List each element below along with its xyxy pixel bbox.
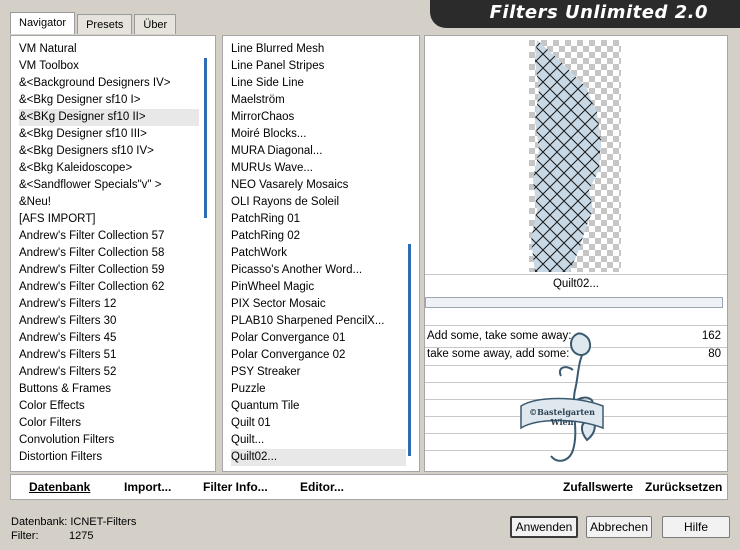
category-scrollbar[interactable]: [204, 58, 207, 218]
filter-list-item[interactable]: Moiré Blocks...: [231, 126, 406, 143]
category-list-item[interactable]: Andrew's Filter Collection 59: [19, 262, 199, 279]
category-list-item[interactable]: &<Bkg Designer sf10 III>: [19, 126, 199, 143]
category-list-item[interactable]: &<Background Designers IV>: [19, 75, 199, 92]
divider: [425, 274, 727, 275]
filter-list-item[interactable]: PatchWork: [231, 245, 406, 262]
reset-button[interactable]: Zurücksetzen: [645, 480, 722, 494]
category-list-item[interactable]: Andrew's Filter Collection 62: [19, 279, 199, 296]
toolbar: Datenbank Import... Filter Info... Edito…: [10, 474, 728, 500]
filter-list-item[interactable]: Polar Convergance 01: [231, 330, 406, 347]
filter-list-item[interactable]: Line Panel Stripes: [231, 58, 406, 75]
database-status-label: Datenbank:: [11, 516, 68, 528]
tab-ueber[interactable]: Über: [134, 14, 177, 34]
category-list: VM Natural VM Toolbox &<Background Designe…: [19, 41, 199, 466]
category-list-item[interactable]: &<Bkg Designer sf10 I>: [19, 92, 199, 109]
param-value-1: 162: [701, 330, 721, 342]
filter-list-item[interactable]: MURA Diagonal...: [231, 143, 406, 160]
filter-list-item[interactable]: Quilt...: [231, 432, 406, 449]
filter-list-item[interactable]: Picasso's Another Word...: [231, 262, 406, 279]
category-list-item[interactable]: Andrew's Filters 45: [19, 330, 199, 347]
category-list-item[interactable]: Color Filters: [19, 415, 199, 432]
filter-list-item[interactable]: Polar Convergance 02: [231, 347, 406, 364]
filter-count-value: 1275: [69, 530, 94, 542]
filter-list-item[interactable]: Quilt 01: [231, 415, 406, 432]
category-list-item[interactable]: VM Toolbox: [19, 58, 199, 75]
preview-label: Quilt02...: [552, 278, 600, 290]
category-list-item[interactable]: [AFS IMPORT]: [19, 211, 199, 228]
category-list-item[interactable]: Buttons & Frames: [19, 381, 199, 398]
filter-list: Line Blurred Mesh Line Panel Stripes Line …: [231, 41, 406, 466]
filter-list-item[interactable]: PinWheel Magic: [231, 279, 406, 296]
filter-list-item[interactable]: MirrorChaos: [231, 109, 406, 126]
filter-list-item[interactable]: NEO Vasarely Mosaics: [231, 177, 406, 194]
apply-button[interactable]: Anwenden: [510, 516, 578, 538]
progress-bar: [425, 297, 723, 308]
filter-list-item[interactable]: OLI Rayons de Soleil: [231, 194, 406, 211]
category-list-item[interactable]: &<Sandflower Specials"v" >: [19, 177, 199, 194]
import-button[interactable]: Import...: [124, 480, 171, 494]
filter-list-item[interactable]: PatchRing 02: [231, 228, 406, 245]
filter-count-label: Filter:: [11, 530, 39, 542]
category-list-item[interactable]: Convolution Filters: [19, 432, 199, 449]
filter-list-item[interactable]: PIX Sector Mosaic: [231, 296, 406, 313]
category-list-item[interactable]: &<Bkg Kaleidoscope>: [19, 160, 199, 177]
editor-button[interactable]: Editor...: [300, 480, 344, 494]
filter-list-item[interactable]: PSY Streaker: [231, 364, 406, 381]
category-list-item[interactable]: Andrew's Filters 51: [19, 347, 199, 364]
app-title: Filters Unlimited 2.0: [489, 2, 708, 23]
title-banner: Filters Unlimited 2.0: [430, 0, 740, 28]
category-list-panel: VM Natural VM Toolbox &<Background Designe…: [10, 35, 216, 472]
category-list-item[interactable]: Andrew's Filters 30: [19, 313, 199, 330]
param-line-1: [425, 325, 727, 326]
filter-scrollbar[interactable]: [408, 244, 411, 456]
category-list-item[interactable]: Andrew's Filter Collection 58: [19, 245, 199, 262]
preview-image: [529, 40, 621, 272]
help-button[interactable]: Hilfe: [662, 516, 730, 538]
svg-text:©Bastelgarten: ©Bastelgarten: [529, 407, 595, 417]
category-list-item[interactable]: Color Effects: [19, 398, 199, 415]
category-list-item[interactable]: Andrew's Filter Collection 57: [19, 228, 199, 245]
cancel-button[interactable]: Abbrechen: [586, 516, 652, 538]
database-button[interactable]: Datenbank: [29, 480, 90, 494]
filter-list-item[interactable]: Quilt02...: [231, 449, 406, 466]
tab-bar: Navigator Presets Über: [10, 12, 178, 34]
filter-list-item[interactable]: Quantum Tile: [231, 398, 406, 415]
filter-list-item[interactable]: PLAB10 Sharpened PencilX...: [231, 313, 406, 330]
filter-list-item[interactable]: MURUs Wave...: [231, 160, 406, 177]
status-area: Datenbank: ICNET-Filters Filter: 1275: [11, 515, 211, 543]
filter-list-item[interactable]: PatchRing 01: [231, 211, 406, 228]
category-list-item[interactable]: Andrew's Filters 52: [19, 364, 199, 381]
tab-presets[interactable]: Presets: [77, 14, 133, 34]
param-value-2: 80: [708, 348, 721, 360]
filter-info-button[interactable]: Filter Info...: [203, 480, 268, 494]
category-list-item[interactable]: &<BKg Designer sf10 II>: [19, 109, 199, 126]
svg-text:Wien: Wien: [550, 417, 574, 427]
filter-list-item[interactable]: Line Side Line: [231, 75, 406, 92]
category-list-item[interactable]: VM Natural: [19, 41, 199, 58]
filter-list-panel: Line Blurred Mesh Line Panel Stripes Line …: [222, 35, 420, 472]
category-list-item[interactable]: &<Bkg Designers sf10 IV>: [19, 143, 199, 160]
category-list-item[interactable]: Andrew's Filters 12: [19, 296, 199, 313]
watermark-logo: ©Bastelgarten Wien: [520, 332, 604, 462]
random-values-button[interactable]: Zufallswerte: [563, 480, 633, 494]
filter-list-item[interactable]: Line Blurred Mesh: [231, 41, 406, 58]
preview-panel: Quilt02... Add some, take some away: 162…: [424, 35, 728, 472]
filter-list-item[interactable]: Puzzle: [231, 381, 406, 398]
category-list-item[interactable]: Distortion Filters: [19, 449, 199, 466]
filter-list-item[interactable]: Maelström: [231, 92, 406, 109]
preview-canvas: [529, 40, 621, 272]
database-status-value: ICNET-Filters: [70, 516, 137, 528]
tab-navigator[interactable]: Navigator: [10, 12, 76, 34]
category-list-item[interactable]: &Neu!: [19, 194, 199, 211]
